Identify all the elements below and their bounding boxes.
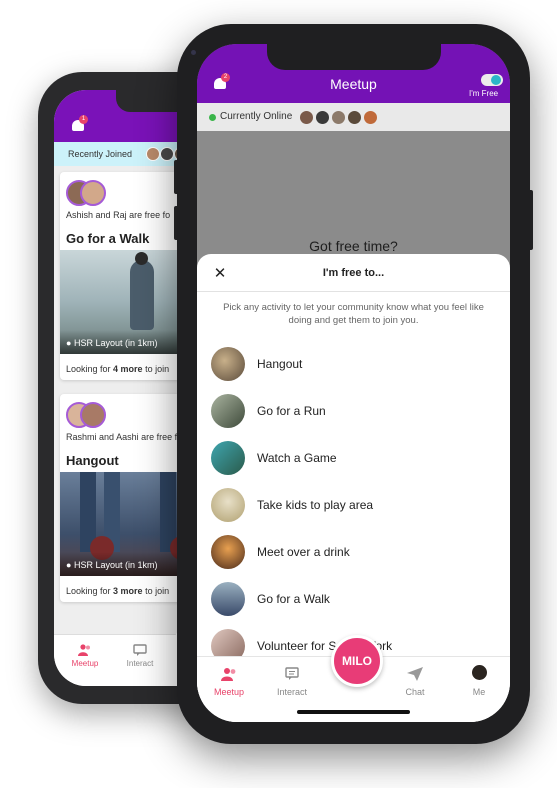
avatar[interactable] [331, 110, 346, 125]
tab-label: Chat [405, 687, 425, 697]
drink-photo [211, 535, 245, 569]
notification-badge: 1 [79, 115, 88, 124]
looking-count: 4 more [113, 364, 143, 374]
game-photo [211, 441, 245, 475]
activity-label: Hangout [257, 357, 303, 371]
card-location: ● HSR Layout (in 1km) [66, 338, 157, 348]
avatar [80, 180, 106, 206]
location-pin-icon: ● [66, 338, 72, 348]
location-pin-icon: ● [66, 560, 72, 570]
activity-label: Meet over a drink [257, 545, 350, 559]
currently-online-bar: Currently Online [197, 103, 510, 131]
person-figure [130, 260, 154, 330]
person-head [135, 252, 148, 265]
activity-label: Go for a Walk [257, 592, 330, 606]
card-location: ● HSR Layout (in 1km) [66, 560, 157, 570]
tab-label: Meetup [71, 659, 99, 668]
walk-photo [211, 582, 245, 616]
page-title: Meetup [330, 76, 377, 92]
home-indicator [297, 710, 410, 714]
paper-plane-icon [407, 667, 423, 681]
activity-item-hangout[interactable]: Hangout [211, 347, 501, 383]
free-toggle[interactable] [481, 74, 503, 86]
avatar[interactable] [146, 147, 160, 161]
chat-bubble-icon [285, 667, 299, 681]
avatar[interactable] [299, 110, 314, 125]
people-icon [78, 643, 92, 656]
avatar [80, 402, 106, 428]
currently-online-label: Currently Online [220, 111, 293, 122]
looking-count: 3 more [113, 586, 143, 596]
recently-joined-label: Recently Joined [68, 149, 133, 159]
card-looking: Looking for 4 more to join [66, 364, 169, 374]
looking-prefix: Looking for [66, 586, 111, 596]
tab-label: Interact [276, 687, 307, 697]
activity-item-game[interactable]: Watch a Game [211, 441, 501, 477]
avatar[interactable] [363, 110, 378, 125]
online-status-dot [209, 114, 216, 121]
activity-label: Take kids to play area [257, 498, 374, 512]
activity-item-walk[interactable]: Go for a Walk [211, 582, 501, 618]
avatar [472, 665, 487, 680]
card-name-b: Aashi [116, 432, 139, 442]
hangout-photo [211, 347, 245, 381]
looking-suffix: to join [145, 364, 170, 374]
front-camera [191, 50, 196, 55]
tab-label: Me [472, 687, 486, 697]
tab-label: Meetup [213, 687, 245, 697]
front-phone-screen: 2 Meetup I'm Free Currently Online Got f… [197, 44, 510, 722]
run-photo [211, 394, 245, 428]
free-toggle-label: I'm Free [469, 89, 499, 98]
looking-suffix: to join [145, 586, 170, 596]
location-text: HSR Layout (in 1km) [73, 338, 158, 348]
card-title: Hangout [66, 453, 119, 468]
toggle-knob [491, 75, 501, 85]
card-and: and [95, 210, 111, 220]
card-title: Go for a Walk [66, 231, 150, 246]
kids-photo [211, 488, 245, 522]
activity-item-run[interactable]: Go for a Run [211, 394, 501, 430]
tab-label: Interact [126, 659, 154, 668]
card-free: are free fo [129, 210, 171, 220]
sheet-title: I'm free to... [322, 267, 385, 279]
avatar[interactable] [347, 110, 362, 125]
divider [197, 291, 510, 292]
location-text: HSR Layout (in 1km) [73, 560, 158, 570]
front-notch [267, 44, 441, 70]
card-looking: Looking for 3 more to join [66, 586, 169, 596]
card-and: and [99, 432, 115, 442]
sheet-description: Pick any activity to let your community … [223, 302, 484, 326]
background-prompt: Got free time? [309, 238, 398, 254]
activity-label: Watch a Game [257, 451, 337, 465]
notification-bell-icon[interactable]: 1 [70, 115, 88, 134]
activity-item-drink[interactable]: Meet over a drink [211, 535, 501, 571]
card-free: are free fo [141, 432, 183, 442]
looking-prefix: Looking for [66, 364, 111, 374]
activity-item-kids[interactable]: Take kids to play area [211, 488, 501, 524]
card-name-a: Rashmi [66, 432, 97, 442]
milo-button[interactable]: MILO [331, 635, 383, 687]
activity-label: Go for a Run [257, 404, 326, 418]
card-free-text: Rashmi and Aashi are free fo [66, 432, 182, 442]
card-free-text: Ashish and Raj are free fo [66, 210, 170, 220]
chat-bubble-icon [133, 643, 147, 656]
avatar[interactable] [315, 110, 330, 125]
card-name-a: Ashish [66, 210, 94, 220]
card-name-b: Raj [113, 210, 127, 220]
people-icon [221, 667, 237, 681]
avatar[interactable] [160, 147, 174, 161]
